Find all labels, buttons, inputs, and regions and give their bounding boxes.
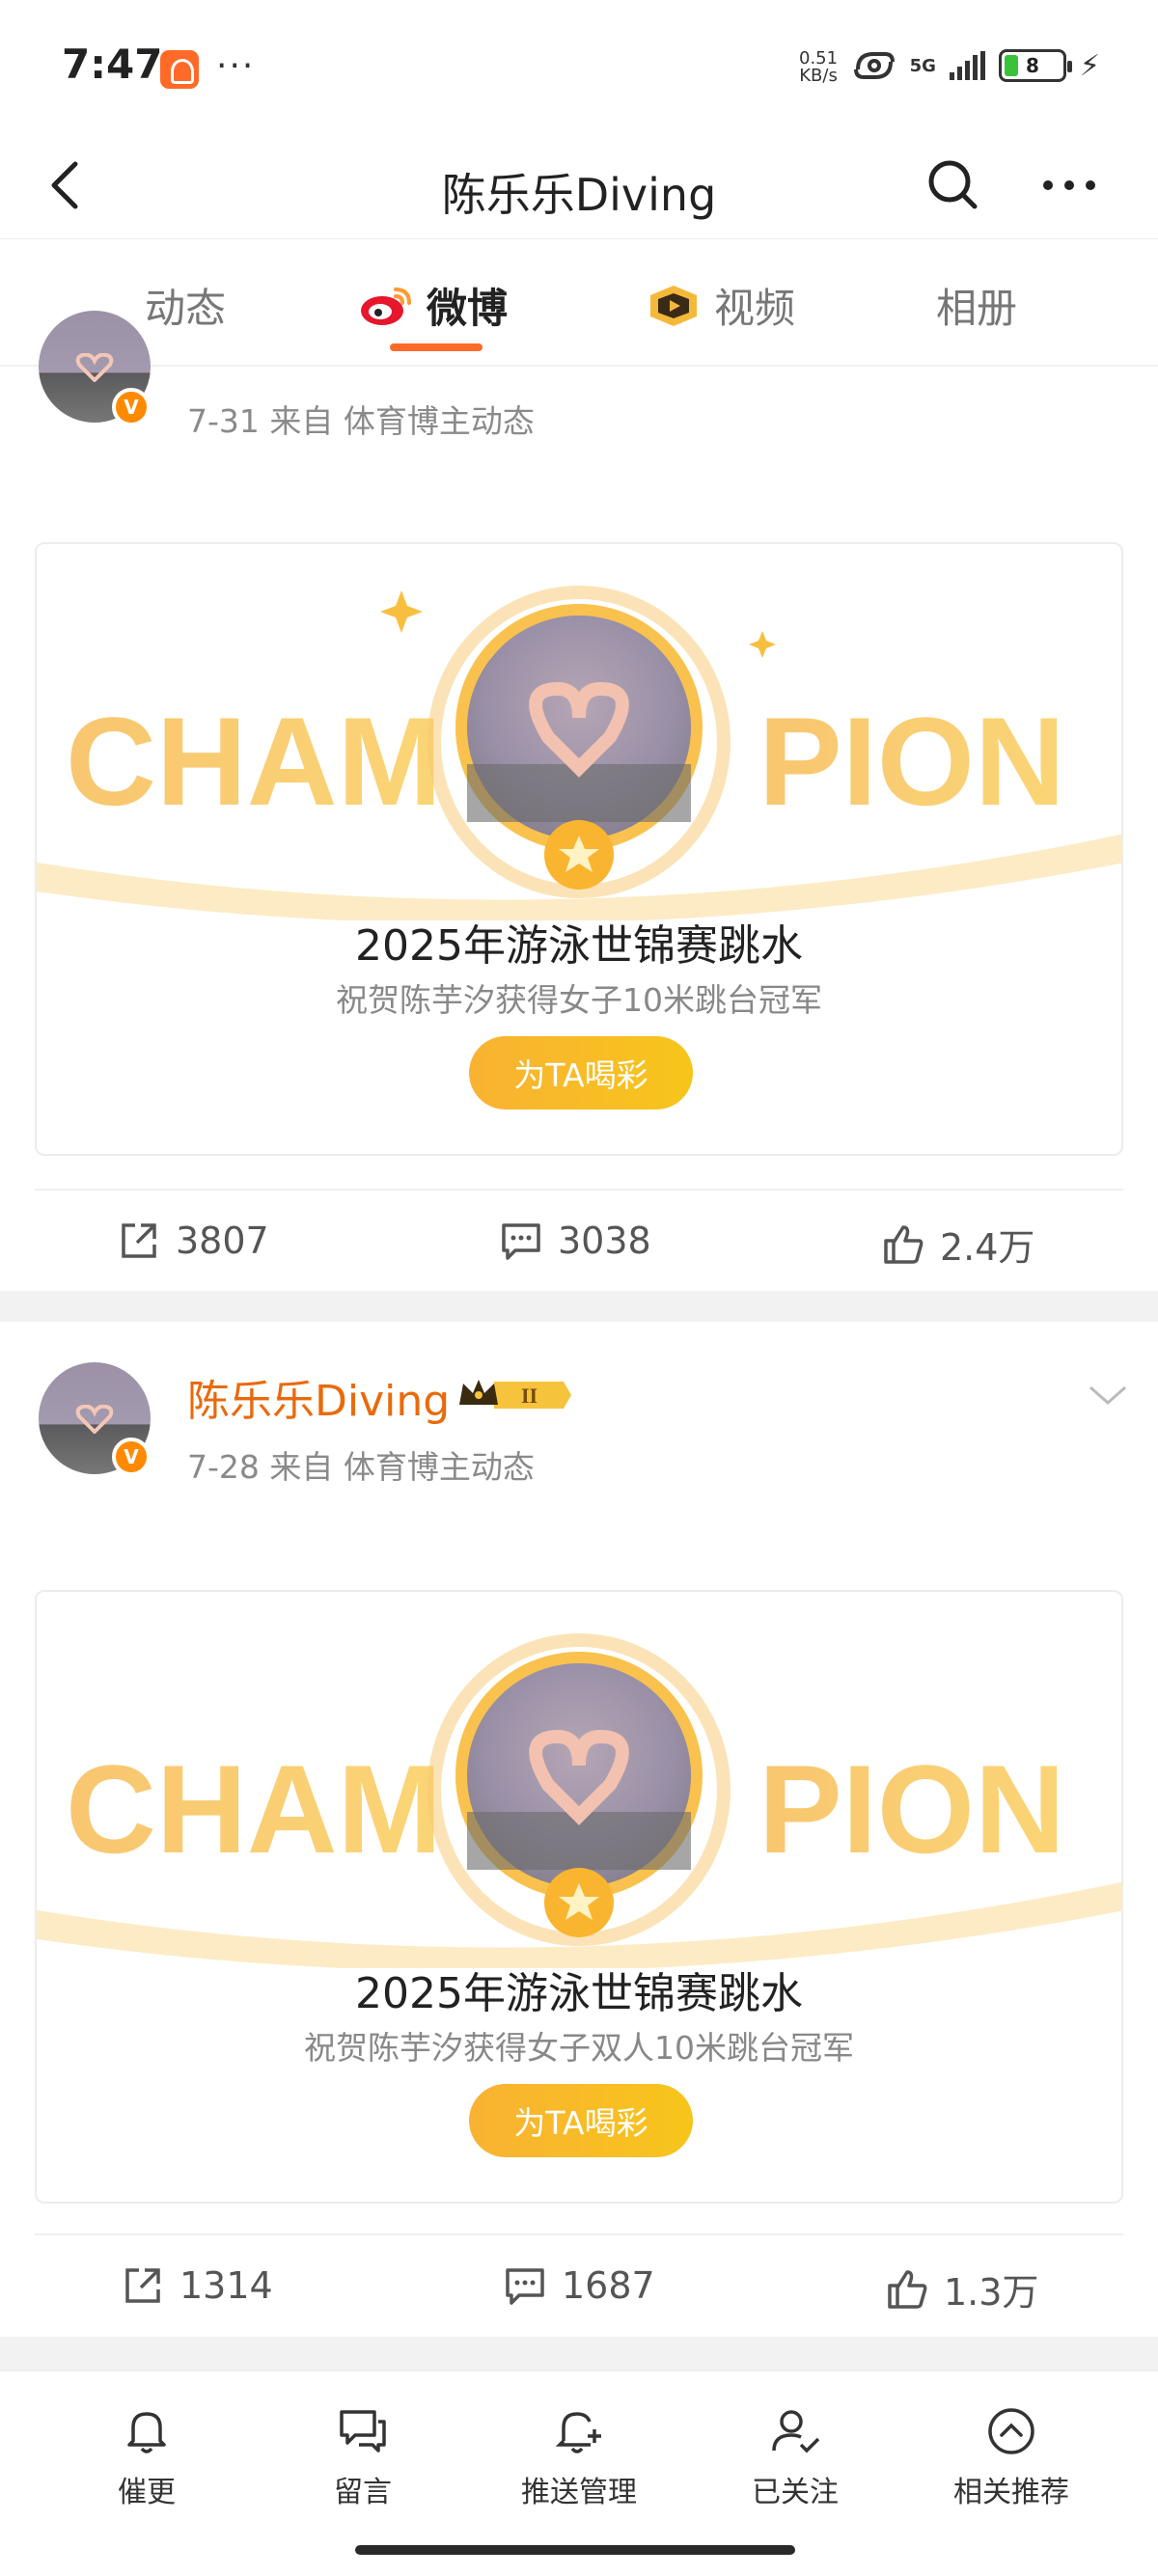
verified-badge-icon: V bbox=[112, 388, 151, 426]
page-title: 陈乐乐Diving bbox=[441, 169, 717, 221]
comment-button[interactable]: 3038 bbox=[498, 1218, 651, 1264]
following-button[interactable]: 已关注 bbox=[699, 2404, 892, 2510]
banner-text-right: PION bbox=[758, 1739, 1065, 1879]
like-icon bbox=[888, 2269, 927, 2309]
post-actions: 3807 3038 2.4万 bbox=[35, 1189, 1123, 1295]
repost-count: 1314 bbox=[179, 2264, 273, 2307]
bottom-item-label: 相关推荐 bbox=[953, 2476, 1069, 2509]
battery-icon: 8 bbox=[998, 49, 1072, 82]
comment-icon bbox=[502, 1223, 540, 1260]
tab-feed[interactable]: 动态 bbox=[145, 276, 226, 335]
chevron-up-circle-icon bbox=[988, 2408, 1034, 2454]
repost-button[interactable]: 3807 bbox=[116, 1218, 269, 1264]
champion-banner: CHAM PION bbox=[37, 586, 1121, 920]
card-subtitle: 祝贺陈芋汐获得女子10米跳台冠军 bbox=[336, 981, 822, 1019]
message-button[interactable]: 留言 bbox=[266, 2404, 459, 2510]
app-notification-icon bbox=[160, 50, 199, 89]
like-button[interactable]: 1.3万 bbox=[884, 2262, 1038, 2316]
tab-label: 动态 bbox=[145, 285, 227, 332]
post-card[interactable]: V 陈乐乐Diving II 7-28 来自 体育博主动态 CHAM PION … bbox=[0, 1322, 1158, 2335]
like-button[interactable]: 2.4万 bbox=[880, 1218, 1034, 1271]
bottom-item-label: 留言 bbox=[334, 2476, 392, 2509]
vip-crown-icon: II bbox=[459, 1380, 571, 1409]
repost-icon bbox=[122, 1223, 156, 1258]
champion-card[interactable]: CHAM PION 2025年游泳世锦赛跳水 祝贺陈芋汐获得女子10米跳台冠军 … bbox=[35, 542, 1123, 1156]
card-subtitle: 祝贺陈芋汐获得女子双人10米跳台冠军 bbox=[304, 2029, 854, 2067]
repost-button[interactable]: 1314 bbox=[120, 2262, 273, 2309]
status-time: 7:47 bbox=[62, 41, 163, 88]
home-indicator[interactable] bbox=[355, 2545, 795, 2555]
post-separator bbox=[0, 1291, 1158, 1322]
search-icon[interactable] bbox=[923, 154, 984, 216]
active-tab-indicator bbox=[390, 343, 482, 351]
bell-icon bbox=[127, 2412, 166, 2453]
card-title: 2025年游泳世锦赛跳水 bbox=[355, 921, 803, 971]
status-bar: 7:47 ··· 0.51 KB/s 5G 8 ⚡ bbox=[0, 0, 1158, 135]
tab-album[interactable]: 相册 bbox=[936, 276, 1017, 335]
banner-text-left: CHAM bbox=[66, 691, 442, 832]
push-settings-button[interactable]: 推送管理 bbox=[482, 2404, 676, 2510]
profile-tabs: 动态 微博 视频 相册 bbox=[0, 239, 1158, 367]
net-speed: 0.51 KB/s bbox=[799, 50, 838, 85]
post-card[interactable]: V 7-31 来自 体育博主动态 CHAM PION 2025年游泳世锦赛跳水 … bbox=[0, 311, 1158, 1295]
urge-update-button[interactable]: 催更 bbox=[50, 2404, 243, 2510]
champion-card[interactable]: CHAM PION 2025年游泳世锦赛跳水 祝贺陈芋汐获得女子双人10米跳台冠… bbox=[35, 1590, 1123, 2204]
comment-count: 1687 bbox=[562, 2264, 655, 2307]
champion-banner: CHAM PION bbox=[37, 1633, 1121, 1968]
charging-icon: ⚡ bbox=[1079, 48, 1100, 83]
user-check-icon bbox=[772, 2410, 820, 2453]
svg-text:II: II bbox=[521, 1384, 538, 1408]
chevron-down-icon[interactable] bbox=[1085, 1372, 1131, 1418]
like-count: 1.3万 bbox=[944, 2271, 1039, 2314]
comment-button[interactable]: 1687 bbox=[502, 2262, 655, 2309]
banner-text-right: PION bbox=[758, 691, 1065, 832]
top-nav: 陈乐乐Diving bbox=[0, 135, 1158, 239]
comment-icon bbox=[506, 2268, 544, 2305]
post-meta: 7-31 来自 体育博主动态 bbox=[187, 402, 535, 440]
bell-plus-icon bbox=[555, 2412, 601, 2453]
more-options-icon[interactable] bbox=[1038, 154, 1100, 216]
network-type: 5G bbox=[909, 55, 936, 76]
author-name[interactable]: 陈乐乐Diving bbox=[187, 1366, 450, 1428]
comment-count: 3038 bbox=[558, 1219, 651, 1262]
tab-label: 视频 bbox=[714, 285, 796, 332]
signal-icon bbox=[949, 51, 985, 80]
post-separator bbox=[0, 2337, 1158, 2370]
hotspot-icon bbox=[853, 52, 895, 79]
net-speed-unit: KB/s bbox=[799, 66, 838, 86]
verified-badge-icon: V bbox=[112, 1438, 151, 1476]
battery-level: 8 bbox=[1025, 54, 1039, 77]
cheer-button[interactable]: 为TA喝彩 bbox=[469, 2084, 693, 2157]
repost-count: 3807 bbox=[176, 1219, 269, 1262]
bottom-item-label: 已关注 bbox=[752, 2476, 839, 2509]
cheer-button[interactable]: 为TA喝彩 bbox=[469, 1036, 693, 1110]
more-notifications-icon: ··· bbox=[216, 46, 256, 86]
tab-label: 相册 bbox=[936, 285, 1018, 332]
repost-icon bbox=[125, 2268, 160, 2303]
video-icon bbox=[650, 285, 697, 326]
message-icon bbox=[340, 2410, 386, 2453]
tab-label: 微博 bbox=[427, 285, 509, 332]
banner-text-left: CHAM bbox=[66, 1739, 442, 1879]
bottom-item-label: 推送管理 bbox=[521, 2476, 637, 2509]
related-recommend-button[interactable]: 相关推荐 bbox=[915, 2404, 1108, 2510]
bottom-item-label: 催更 bbox=[118, 2476, 176, 2509]
like-count: 2.4万 bbox=[940, 1226, 1035, 1269]
weibo-logo-icon bbox=[361, 287, 411, 325]
tab-video[interactable]: 视频 bbox=[645, 276, 795, 335]
post-meta: 7-28 来自 体育博主动态 bbox=[187, 1448, 535, 1486]
like-icon bbox=[884, 1224, 924, 1264]
card-title: 2025年游泳世锦赛跳水 bbox=[355, 1969, 803, 2018]
tab-weibo[interactable]: 微博 bbox=[357, 276, 508, 335]
post-actions: 1314 1687 1.3万 bbox=[35, 2233, 1123, 2340]
